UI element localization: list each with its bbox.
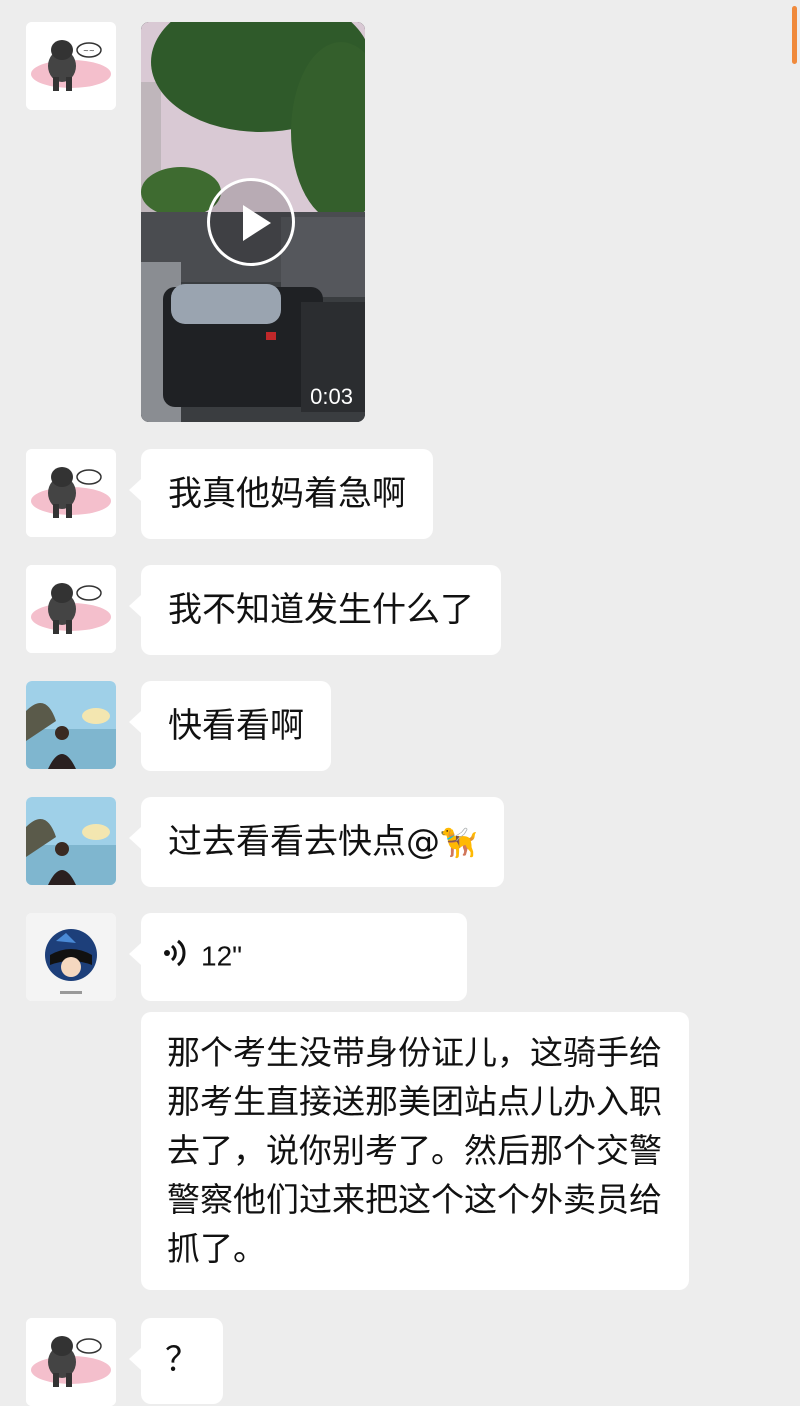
avatar-helmet[interactable] bbox=[26, 913, 116, 1001]
video-duration: 0:03 bbox=[310, 384, 353, 409]
voice-wave-icon bbox=[163, 937, 187, 977]
woman-lake-avatar-image bbox=[26, 797, 116, 885]
video-message[interactable]: 0:03 bbox=[141, 22, 365, 422]
message-text: ？ bbox=[165, 1340, 199, 1380]
message-text: 我真他妈着急啊 bbox=[168, 474, 406, 514]
woman-lake-avatar-image bbox=[26, 681, 116, 769]
avatar-dog[interactable] bbox=[26, 1318, 116, 1406]
message-text: 过去看看去快点@ bbox=[168, 822, 440, 862]
guide-dog-icon: 🦮 bbox=[440, 826, 478, 861]
avatar-woman-lake[interactable] bbox=[26, 797, 116, 885]
avatar-dog[interactable] bbox=[26, 565, 116, 653]
message-bubble[interactable]: 快看看啊 bbox=[129, 681, 331, 771]
voice-duration: 12" bbox=[201, 940, 243, 972]
message-bubble[interactable]: 我不知道发生什么了 bbox=[129, 565, 501, 655]
message-bubble[interactable]: 我真他妈着急啊 bbox=[129, 449, 433, 539]
play-icon bbox=[243, 205, 271, 241]
svg-text:~~: ~~ bbox=[83, 47, 95, 55]
transcription-text: 那个考生没带身份证儿，这骑手给那考生直接送那美团站点儿办入职去了，说你别考了。然… bbox=[167, 1033, 662, 1268]
message-text: 我不知道发生什么了 bbox=[168, 590, 474, 630]
play-button[interactable] bbox=[207, 178, 295, 266]
voice-transcription-bubble[interactable]: 那个考生没带身份证儿，这骑手给那考生直接送那美团站点儿办入职去了，说你别考了。然… bbox=[141, 1012, 689, 1290]
avatar-woman-lake[interactable] bbox=[26, 681, 116, 769]
helmet-avatar-image bbox=[26, 913, 116, 1001]
dog-avatar-image: ~~ bbox=[26, 22, 116, 110]
message-text: 快看看啊 bbox=[168, 706, 304, 746]
dog-avatar-image bbox=[26, 565, 116, 653]
message-bubble[interactable]: ？ bbox=[129, 1318, 223, 1404]
dog-avatar-image bbox=[26, 1318, 116, 1406]
avatar-dog[interactable] bbox=[26, 449, 116, 537]
message-bubble[interactable]: 过去看看去快点@🦮 bbox=[128, 797, 505, 887]
voice-message-bubble[interactable]: 12" bbox=[129, 913, 467, 1001]
scroll-indicator[interactable] bbox=[792, 6, 797, 64]
dog-avatar-image bbox=[26, 449, 116, 537]
avatar-dog[interactable]: ~~ bbox=[26, 22, 116, 110]
